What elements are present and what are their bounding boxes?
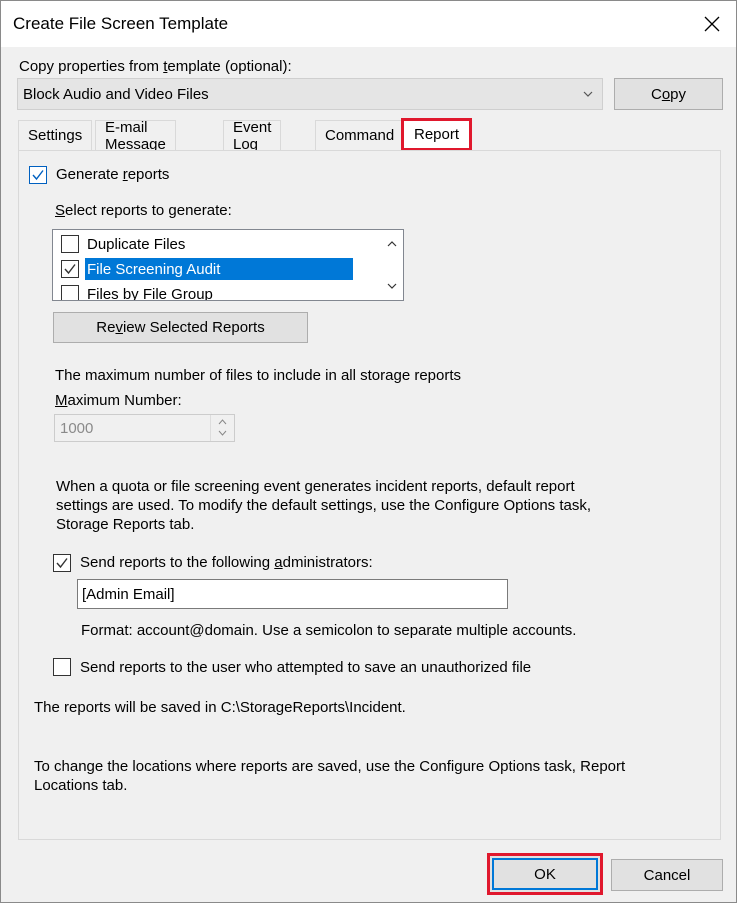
review-button-label: Review Selected Reports (96, 319, 265, 336)
checkmark-icon (56, 558, 68, 569)
create-file-screen-template-dialog: Create File Screen Template Copy propert… (0, 0, 737, 903)
list-item[interactable]: File Screening Audit (53, 258, 357, 280)
list-item[interactable]: Duplicate Files (53, 233, 357, 255)
maximum-number-value: 1000 (60, 420, 94, 437)
template-dropdown-value: Block Audio and Video Files (23, 86, 209, 103)
ok-button[interactable]: OK (487, 853, 603, 895)
close-icon (704, 16, 720, 32)
window-title: Create File Screen Template (13, 14, 229, 33)
change-locations-line-2: Locations tab. (34, 777, 128, 794)
title-bar: Create File Screen Template (1, 1, 736, 47)
checkmark-icon (32, 170, 44, 181)
incident-info-line-1: When a quota or file screening event gen… (56, 478, 575, 495)
change-locations-line-1: To change the locations where reports ar… (34, 758, 626, 775)
spinner-arrows[interactable] (210, 415, 234, 441)
admin-email-value: [Admin Email] (82, 586, 175, 603)
copy-button-label: Copy (650, 85, 687, 103)
spin-down-icon[interactable] (218, 430, 227, 437)
tab-command[interactable]: Command (315, 120, 405, 150)
saved-location-text: The reports will be saved in C:\StorageR… (34, 699, 406, 716)
tab-report[interactable]: Report (401, 118, 473, 151)
ok-button-label: OK (534, 865, 556, 883)
review-selected-reports-button[interactable]: Review Selected Reports (53, 312, 308, 343)
list-item-label: File Screening Audit (85, 258, 353, 280)
spin-up-icon[interactable] (218, 418, 227, 425)
chevron-up-icon[interactable] (386, 238, 398, 250)
list-item[interactable]: Files by File Group (53, 283, 357, 301)
send-to-admins-checkbox[interactable] (53, 554, 71, 572)
chevron-down-icon[interactable] (386, 280, 398, 292)
reports-listbox[interactable]: Duplicate Files File Screening Audit Fil… (52, 229, 404, 301)
incident-info-line-3: Storage Reports tab. (56, 516, 195, 533)
cancel-button[interactable]: Cancel (611, 859, 723, 891)
checkmark-icon (64, 264, 76, 275)
send-to-user-label: Send reports to the user who attempted t… (80, 659, 532, 676)
cancel-button-label: Cancel (643, 866, 691, 884)
tab-email-message[interactable]: E-mail Message (95, 119, 176, 153)
copy-template-label: Copy properties from template (optional)… (19, 58, 292, 75)
max-files-description: The maximum number of files to include i… (55, 367, 462, 384)
tab-event-log[interactable]: Event Log (223, 119, 282, 153)
generate-reports-label: Generate reports (56, 166, 170, 183)
format-hint: Format: account@domain. Use a semicolon … (81, 622, 577, 639)
tab-settings[interactable]: Settings (18, 120, 93, 150)
copy-button[interactable]: Copy (614, 78, 723, 110)
maximum-number-spinner[interactable]: 1000 (54, 414, 235, 442)
list-item-label: Files by File Group (87, 286, 213, 301)
template-dropdown[interactable]: Block Audio and Video Files (17, 78, 603, 110)
incident-info-line-2: settings are used. To modify the default… (56, 497, 592, 514)
select-reports-label: Select reports to generate: (55, 202, 232, 219)
file-screening-audit-checkbox[interactable] (61, 260, 79, 278)
listbox-scrollbar[interactable] (381, 230, 403, 300)
send-to-user-checkbox[interactable] (53, 658, 71, 676)
files-by-file-group-checkbox[interactable] (61, 285, 79, 300)
maximum-number-label: Maximum Number: (55, 392, 182, 409)
close-button[interactable] (694, 7, 730, 41)
admin-email-input[interactable]: [Admin Email] (77, 579, 508, 609)
send-to-admins-label: Send reports to the following administra… (80, 554, 373, 571)
duplicate-files-checkbox[interactable] (61, 235, 79, 253)
generate-reports-checkbox[interactable] (29, 166, 47, 184)
list-item-label: Duplicate Files (87, 236, 186, 253)
chevron-down-icon (583, 91, 593, 97)
